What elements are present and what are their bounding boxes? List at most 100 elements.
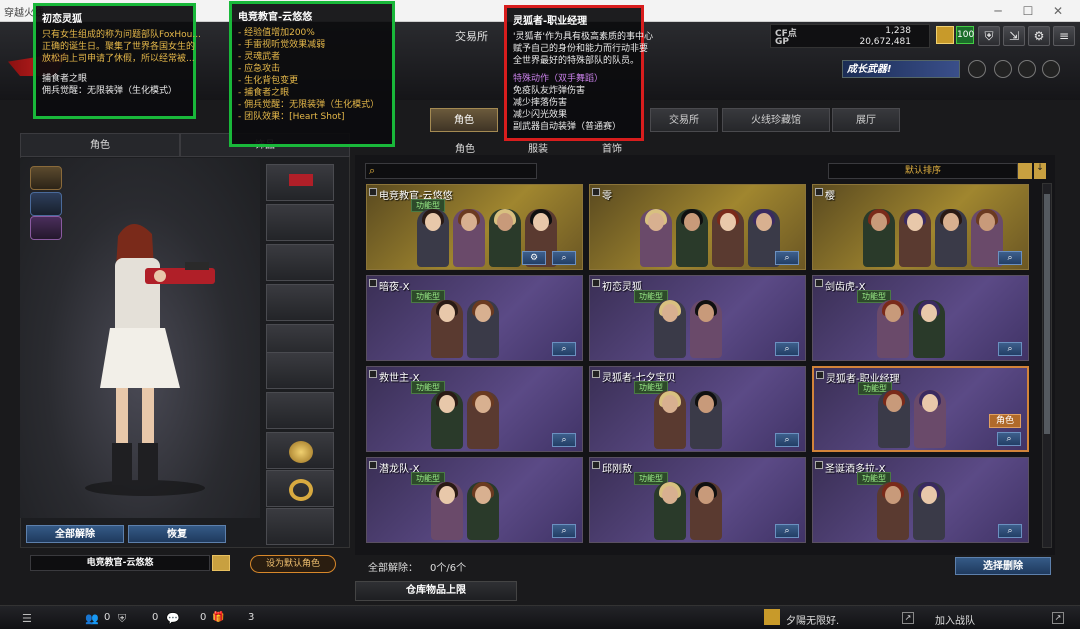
preview-icon[interactable]: ⌕	[552, 342, 576, 356]
slot-empty[interactable]	[266, 508, 334, 545]
card-checkbox[interactable]	[815, 461, 823, 469]
tooltip-line: - 手雷视听觉效果减弱	[238, 40, 326, 50]
card-checkbox[interactable]	[592, 188, 600, 196]
fox-icon[interactable]	[30, 166, 62, 190]
preview-icon[interactable]: ⌕	[997, 432, 1021, 446]
left-tab-character[interactable]: 角色	[20, 133, 180, 157]
tab-exchange[interactable]: 交易所	[650, 108, 718, 132]
character-portrait	[676, 209, 708, 267]
preview-icon[interactable]: ⌕	[552, 251, 576, 265]
card-checkbox[interactable]	[592, 461, 600, 469]
character-card[interactable]: 灵狐者-职业经理 功能型 角色 ⌕	[812, 366, 1029, 452]
tab-showroom[interactable]: 展厅	[832, 108, 900, 132]
card-checkbox[interactable]	[592, 370, 600, 378]
scroll-thumb[interactable]	[1044, 194, 1050, 434]
slot-radio[interactable]	[266, 284, 334, 321]
character-portrait	[417, 209, 449, 267]
chat-icon[interactable]: 💬	[166, 612, 180, 625]
preview-icon[interactable]: ⌕	[775, 524, 799, 538]
list-menu-icon[interactable]: ☰	[22, 612, 32, 625]
slot-dragon-ring[interactable]	[266, 432, 334, 469]
subtab-character[interactable]: 角色	[455, 140, 475, 155]
gift-icon[interactable]: 🎁	[212, 612, 224, 623]
sort-arrow-icon[interactable]: ↓	[1034, 163, 1046, 179]
badge-icon[interactable]	[968, 60, 986, 78]
maximize-icon[interactable]: ☐	[1015, 2, 1041, 20]
list-icon[interactable]	[212, 555, 230, 571]
friends-icon[interactable]: 👥	[85, 612, 99, 625]
preview-icon[interactable]: ⌕	[998, 524, 1022, 538]
slot-pants[interactable]	[266, 392, 334, 429]
expand-icon-2[interactable]: ↗	[1052, 612, 1064, 624]
character-card[interactable]: 电竞教官-云悠悠 功能型 ⌕ ⚙	[366, 184, 583, 270]
restore-button[interactable]: 恢复	[128, 525, 226, 543]
gp-label: GP	[775, 37, 789, 47]
storage-limit-button[interactable]: 仓库物品上限	[355, 581, 517, 601]
minimize-icon[interactable]: ─	[985, 2, 1011, 20]
set-default-button[interactable]: 设为默认角色	[250, 555, 336, 573]
emblem-icon[interactable]	[994, 60, 1012, 78]
tab-character[interactable]: 角色	[430, 108, 498, 132]
character-card[interactable]: 潜龙队-X 功能型 ⌕	[366, 457, 583, 543]
search-input[interactable]: ⌕	[365, 163, 537, 179]
mask-icon[interactable]	[30, 192, 62, 216]
character-card[interactable]: 剑齿虎-X 功能型 ⌕	[812, 275, 1029, 361]
card-checkbox[interactable]	[816, 371, 824, 379]
character-card[interactable]: 救世主-X 功能型 ⌕	[366, 366, 583, 452]
character-card[interactable]: 圣诞酒多拉-X 功能型 ⌕	[812, 457, 1029, 543]
card-checkbox[interactable]	[369, 461, 377, 469]
rank-icon	[936, 26, 954, 44]
slot-glasses[interactable]	[266, 244, 334, 281]
preview-icon[interactable]: ⌕	[775, 433, 799, 447]
preview-icon[interactable]: ⌕	[998, 251, 1022, 265]
sort-dropdown[interactable]: 默认排序	[828, 163, 1018, 179]
settings-icon[interactable]: ⚙	[522, 251, 546, 265]
chat-count: 0	[200, 612, 207, 623]
card-checkbox[interactable]	[815, 188, 823, 196]
preview-icon[interactable]: ⌕	[775, 342, 799, 356]
tab-collection[interactable]: 火线珍藏馆	[722, 108, 830, 132]
close-icon[interactable]: ✕	[1045, 2, 1071, 20]
character-card[interactable]: 初恋灵狐 功能型 ⌕	[589, 275, 806, 361]
clan-icon[interactable]: ⛨	[118, 612, 126, 626]
growth-weapon-banner[interactable]: 成长武器!	[842, 60, 960, 78]
subtab-accessory[interactable]: 首饰	[602, 140, 622, 155]
select-clear-button[interactable]: 选择删除	[955, 557, 1051, 575]
subtab-clothing[interactable]: 服装	[528, 140, 548, 155]
preview-icon[interactable]: ⌕	[998, 342, 1022, 356]
clear-all-button[interactable]: 全部解除	[26, 525, 124, 543]
expand-icon[interactable]: ↗	[902, 612, 914, 624]
card-checkbox[interactable]	[592, 279, 600, 287]
card-checkbox[interactable]	[815, 279, 823, 287]
card-checkbox[interactable]	[369, 188, 377, 196]
star-icon[interactable]	[1018, 60, 1036, 78]
character-card[interactable]: 暗夜-X 功能型 ⌕	[366, 275, 583, 361]
selected-character-name: 电竞教官-云悠悠	[30, 555, 210, 571]
gear-icon[interactable]: ⚙	[1028, 26, 1050, 46]
card-checkbox[interactable]	[369, 279, 377, 287]
character-portrait	[913, 482, 945, 540]
preview-icon[interactable]: ⌕	[775, 251, 799, 265]
join-clan-label[interactable]: 加入战队	[935, 612, 975, 627]
exit-icon[interactable]: ⇲	[1003, 26, 1025, 46]
nav-exchange[interactable]: 交易所	[455, 28, 488, 44]
character-card[interactable]: 邱刚敖 功能型 ⌕	[589, 457, 806, 543]
preview-icon[interactable]: ⌕	[552, 524, 576, 538]
slot-weapon[interactable]	[266, 164, 334, 201]
wing-icon[interactable]	[30, 216, 62, 240]
card-checkbox[interactable]	[369, 370, 377, 378]
slot-helmet[interactable]	[266, 204, 334, 241]
v-icon[interactable]	[1042, 60, 1060, 78]
grid-scrollbar[interactable]	[1042, 183, 1052, 548]
preview-icon[interactable]: ⌕	[552, 433, 576, 447]
slot-ring[interactable]	[266, 470, 334, 507]
character-portrait	[877, 482, 909, 540]
character-card[interactable]: 零 ⌕	[589, 184, 806, 270]
character-card[interactable]: 灵狐者-七夕宝贝 功能型 ⌕	[589, 366, 806, 452]
slot-bag[interactable]	[266, 352, 334, 389]
menu-icon[interactable]: ≡	[1053, 26, 1075, 46]
character-card[interactable]: 樱 ⌕	[812, 184, 1029, 270]
character-portrait	[654, 391, 686, 449]
sort-list-icon[interactable]	[1018, 163, 1032, 179]
shield-icon[interactable]: ⛨	[978, 26, 1000, 46]
